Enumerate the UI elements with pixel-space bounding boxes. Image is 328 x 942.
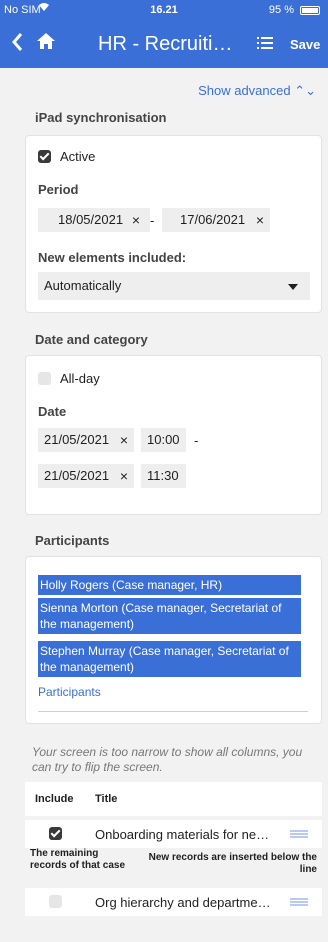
participants-section-title: Participants: [35, 533, 110, 548]
active-label: Active: [60, 149, 96, 164]
end-date-chip[interactable]: 21/05/2021 ×: [38, 464, 134, 488]
save-button[interactable]: Save: [290, 37, 320, 52]
end-time-chip[interactable]: 11:30: [141, 464, 186, 488]
remove-icon[interactable]: ×: [132, 208, 140, 232]
period-to-value: 17/06/2021: [180, 212, 246, 227]
col-include: Include: [35, 793, 74, 805]
start-time-value: 10:00: [147, 432, 180, 447]
participants-divider: [38, 711, 308, 712]
ipad-section-title: iPad synchronisation: [35, 110, 167, 125]
new-elements-value: Automatically: [44, 278, 122, 293]
remaining-records-divider: The remaining records of that case New r…: [25, 848, 322, 888]
narrow-screen-note: Your screen is too narrow to show all co…: [32, 745, 303, 774]
table-row[interactable]: Org hierarchy and departme…: [25, 888, 322, 916]
show-advanced-link[interactable]: Show advanced ⌃⌄: [198, 83, 316, 99]
caret-down-icon: [288, 284, 298, 290]
time-dash: -: [194, 433, 199, 448]
participants-link[interactable]: Participants: [38, 685, 101, 699]
page-title: HR - Recruiti…: [98, 33, 233, 55]
allday-label: All-day: [60, 371, 100, 386]
period-dash: -: [150, 213, 155, 228]
battery-icon: [300, 6, 320, 15]
period-to-chip[interactable]: 17/06/2021 ×: [162, 208, 270, 232]
home-icon[interactable]: [36, 32, 56, 55]
drag-handle-icon[interactable]: [290, 830, 308, 838]
start-time-chip[interactable]: 10:00: [141, 428, 186, 452]
include-checkbox[interactable]: [49, 895, 62, 908]
col-title: Title: [95, 793, 118, 805]
remove-icon[interactable]: ×: [120, 428, 128, 452]
new-elements-select[interactable]: Automatically: [38, 272, 310, 300]
remove-icon[interactable]: ×: [120, 464, 128, 488]
new-elements-label: New elements included:: [38, 250, 187, 265]
remove-icon[interactable]: ×: [256, 208, 264, 232]
participant-chip[interactable]: Sienna Morton (Case manager, Secretariat…: [38, 598, 301, 634]
allday-checkbox[interactable]: [38, 372, 51, 385]
include-checkbox[interactable]: [49, 827, 62, 840]
start-date-chip[interactable]: 21/05/2021 ×: [38, 428, 134, 452]
inserted-note: New records are inserted below the line: [148, 852, 317, 875]
period-from-value: 18/05/2021: [58, 212, 124, 227]
table-header: Include Title: [25, 782, 322, 816]
nav-bar: HR - Recruiti… Save: [0, 20, 328, 68]
table-row[interactable]: Onboarding materials for ne…: [25, 820, 322, 848]
participant-chip[interactable]: Holly Rogers (Case manager, HR): [38, 575, 301, 595]
list-icon[interactable]: [257, 36, 273, 54]
chevron-left-icon[interactable]: [10, 31, 24, 57]
participant-chip[interactable]: Stephen Murray (Case manager, Secretaria…: [38, 641, 301, 677]
row-title: Org hierarchy and departme…: [95, 895, 271, 910]
date-panel: All-day Date 21/05/2021 × 10:00 - 21/05/…: [25, 355, 322, 515]
ipad-panel: Active Period 18/05/2021 × - 17/06/2021 …: [25, 135, 322, 313]
drag-handle-icon[interactable]: [290, 898, 308, 906]
period-label: Period: [38, 182, 79, 197]
remaining-note: The remaining records of that case: [30, 848, 126, 871]
active-checkbox[interactable]: [38, 150, 51, 163]
row-title: Onboarding materials for ne…: [95, 827, 270, 842]
status-bar: No SIM 16.21 95 %: [0, 0, 328, 20]
date-section-title: Date and category: [35, 332, 148, 347]
end-time-value: 11:30: [147, 468, 179, 483]
period-from-chip[interactable]: 18/05/2021 ×: [38, 208, 150, 232]
start-date-value: 21/05/2021: [44, 432, 110, 447]
end-date-value: 21/05/2021: [44, 468, 110, 483]
date-label: Date: [38, 404, 67, 419]
battery-percent: 95 %: [268, 4, 294, 16]
